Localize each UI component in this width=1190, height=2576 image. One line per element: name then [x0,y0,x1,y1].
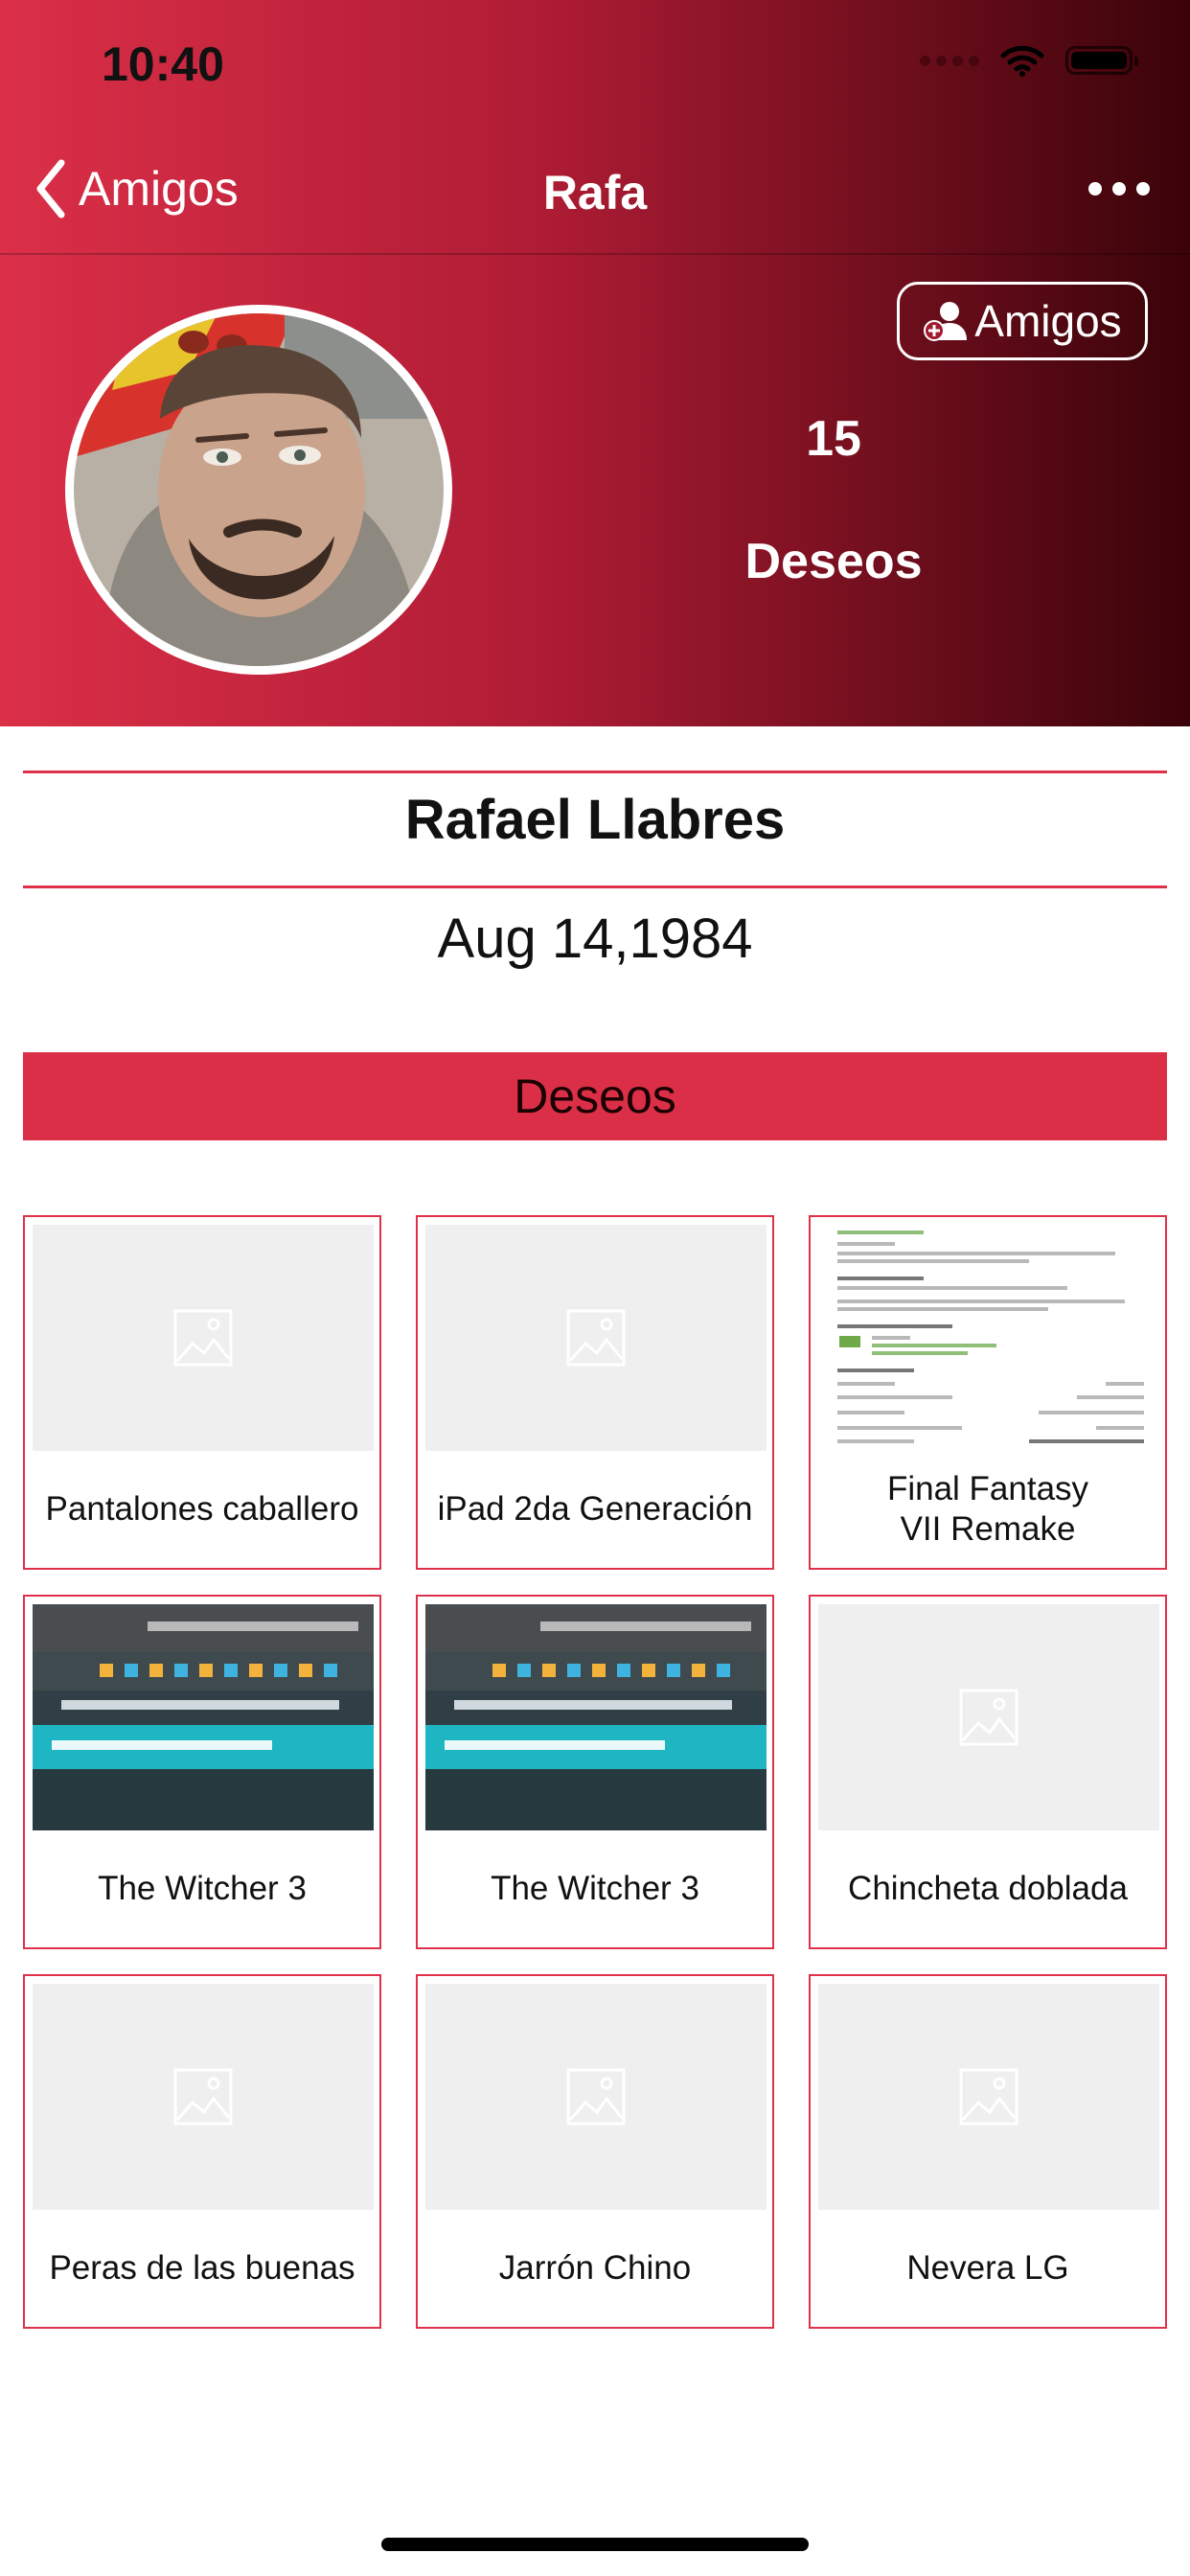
wish-card[interactable]: Nevera LG [809,1974,1167,2329]
wish-image [33,1225,374,1451]
wish-name: Jarrón Chino [498,2249,692,2287]
wifi-icon [1000,45,1044,77]
wish-name: Chincheta doblada [848,1870,1128,1907]
signal-icon [920,55,979,66]
wish-image [818,1225,1159,1451]
wish-image [425,1604,767,1830]
wish-image [33,1604,374,1830]
image-icon [566,1309,626,1367]
divider-middle [23,886,1167,888]
wish-name: iPad 2da Generación [437,1490,753,1528]
home-indicator[interactable] [381,2538,809,2551]
status-time: 10:40 [102,37,224,91]
wish-name: Nevera LG [906,2249,1069,2287]
image-icon [173,2068,233,2126]
wish-image [818,1604,1159,1830]
more-horizontal-icon [1088,182,1102,196]
friends-button[interactable]: Amigos [897,282,1148,360]
wish-name: Peras de las buenas [49,2249,355,2287]
status-icons [920,44,1138,77]
image-icon [173,1309,233,1367]
wish-name: The Witcher 3 [491,1870,699,1907]
section-title: Deseos [514,1070,676,1123]
more-button[interactable] [1088,182,1150,196]
wish-card[interactable]: The Witcher 3 [23,1595,381,1949]
wish-count-label: Deseos [744,534,923,589]
wish-name: Pantalones caballero [45,1490,359,1528]
wish-count: 15 [806,411,861,467]
image-icon [959,1689,1018,1746]
chevron-left-icon [36,159,65,218]
wish-image [425,1984,767,2210]
wish-grid: Pantalones caballero iPad 2da Generación [23,1215,1167,2329]
wish-card[interactable]: Jarrón Chino [416,1974,774,2329]
wishes-section-header: Deseos [23,1052,1167,1140]
full-name: Rafael Llabres [404,789,786,851]
back-button[interactable]: Amigos [34,159,239,218]
person-plus-icon [924,302,968,341]
wish-card[interactable]: Final Fantasy VII Remake [809,1215,1167,1570]
wish-card[interactable]: Chincheta doblada [809,1595,1167,1949]
birth-date: Aug 14,1984 [437,908,753,970]
wish-name: The Witcher 3 [98,1870,307,1907]
image-icon [566,2068,626,2126]
image-icon [959,2068,1018,2126]
wish-image [425,1225,767,1451]
friends-button-label: Amigos [974,296,1122,346]
avatar [65,305,452,675]
nav-divider [0,253,1190,255]
wish-card[interactable]: Peras de las buenas [23,1974,381,2329]
wish-card[interactable]: iPad 2da Generación [416,1215,774,1570]
wish-card[interactable]: The Witcher 3 [416,1595,774,1949]
divider-top [23,770,1167,773]
back-button-label: Amigos [79,162,239,216]
wish-image [33,1984,374,2210]
wish-card[interactable]: Pantalones caballero [23,1215,381,1570]
profile-header: 10:40 Amigos Rafa Amigos 15 Deseos [0,0,1190,726]
wish-image [818,1984,1159,2210]
battery-icon [1065,46,1138,75]
navigation-bar: Amigos Rafa [0,144,1190,253]
wish-name: Final Fantasy VII Remake [886,1470,1089,1548]
